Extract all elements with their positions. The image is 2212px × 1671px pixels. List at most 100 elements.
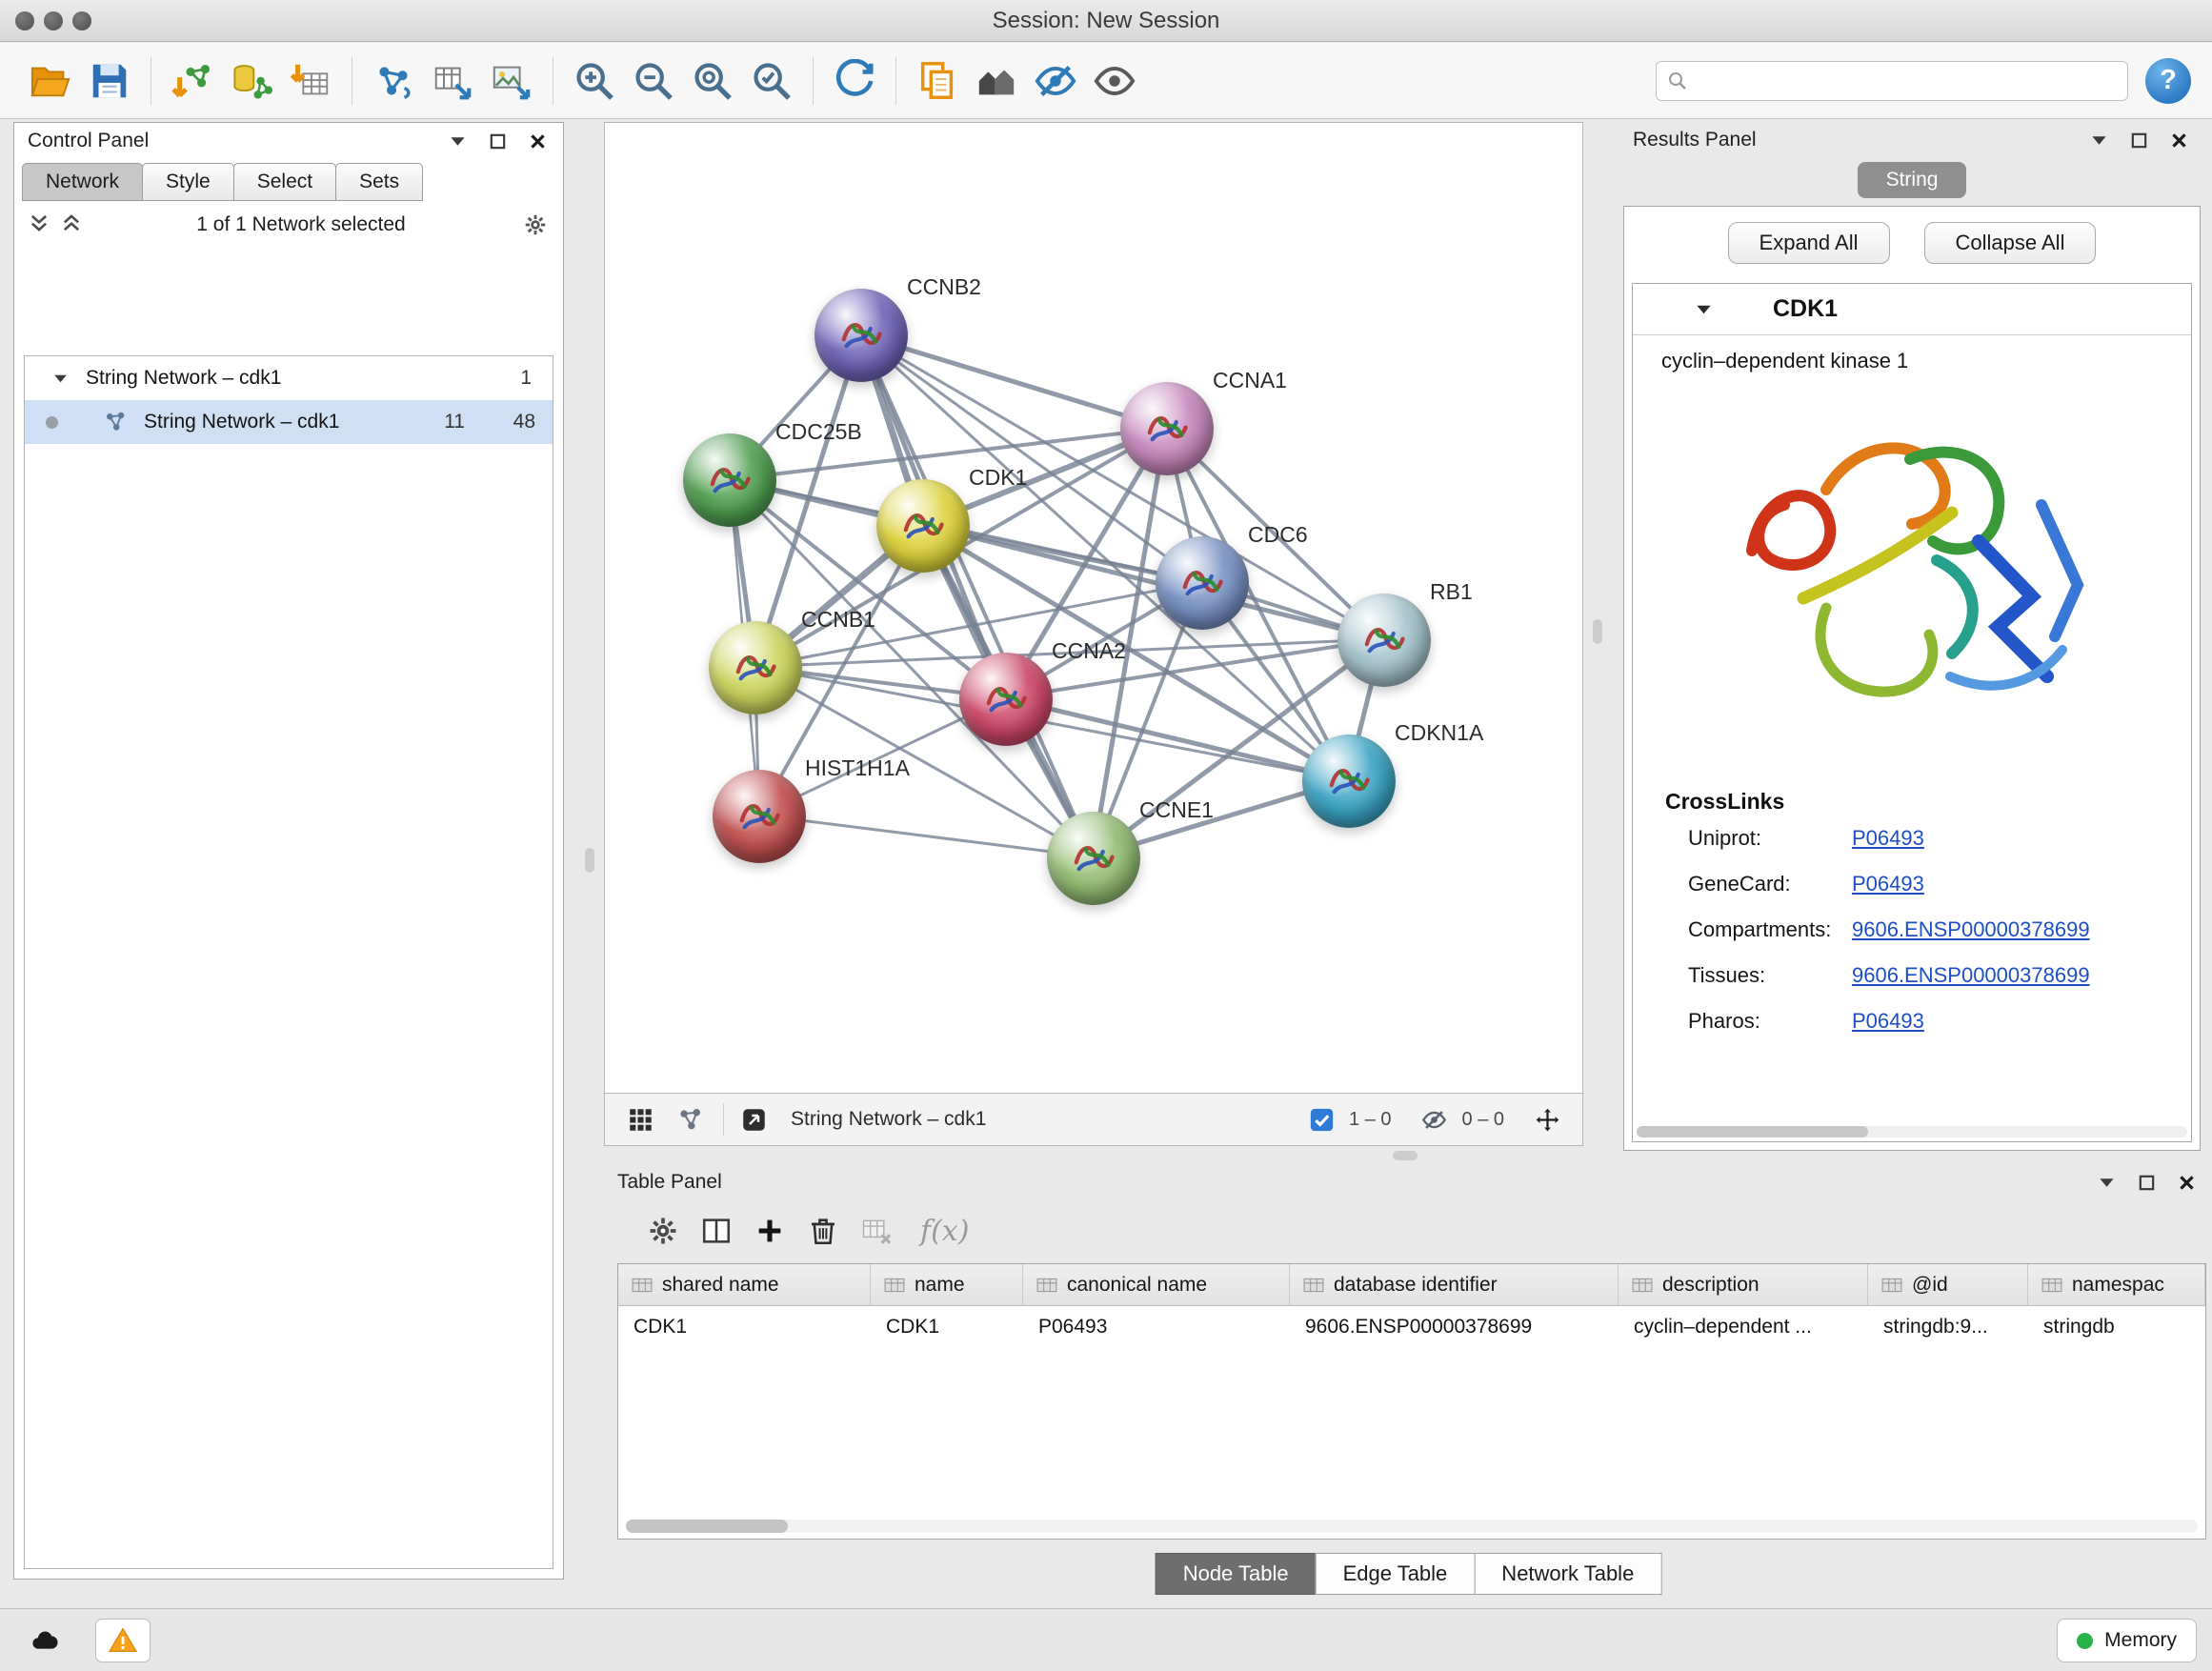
table-options-gear-icon[interactable] <box>636 1207 690 1255</box>
close-panel-icon[interactable] <box>2166 128 2191 152</box>
float-panel-icon[interactable] <box>2126 128 2151 152</box>
results-horizontal-scrollbar[interactable] <box>1637 1126 2187 1137</box>
show-panels-button[interactable] <box>1085 51 1144 111</box>
close-panel-icon[interactable] <box>525 129 550 153</box>
new-network-button[interactable] <box>364 51 423 111</box>
collapse-all-tree-icon[interactable] <box>30 213 52 236</box>
warnings-button[interactable] <box>95 1619 151 1662</box>
network-selection-status: 1 of 1 Network selected <box>94 213 508 236</box>
scrollbar-thumb[interactable] <box>626 1520 788 1533</box>
zoom-fit-button[interactable] <box>683 51 742 111</box>
delete-column-trash-icon[interactable] <box>796 1207 850 1255</box>
warning-icon <box>108 1625 138 1656</box>
crosslink-link[interactable]: P06493 <box>1852 872 1924 896</box>
function-builder-button[interactable]: f(x) <box>920 1215 969 1248</box>
network-node-hist1h1a[interactable] <box>713 770 806 863</box>
network-node-ccna2[interactable] <box>959 653 1053 746</box>
clone-network-table-button[interactable] <box>423 51 482 111</box>
tab-network-table[interactable]: Network Table <box>1474 1553 1661 1595</box>
vertical-splitter-handle[interactable] <box>585 848 594 873</box>
crosslink-link[interactable]: 9606.ENSP00000378699 <box>1852 917 2090 942</box>
panel-menu-icon[interactable] <box>2094 1170 2119 1195</box>
table-row[interactable]: CDK1CDK1P064939606.ENSP00000378699cyclin… <box>618 1306 2205 1348</box>
expand-all-tree-icon[interactable] <box>62 213 85 236</box>
column-header-name[interactable]: name <box>871 1264 1023 1305</box>
protein-section-header[interactable]: CDK1 <box>1633 284 2191 335</box>
network-node-ccna1[interactable] <box>1120 382 1214 475</box>
apply-layout-button[interactable] <box>825 51 884 111</box>
gear-icon[interactable] <box>523 212 548 237</box>
section-collapse-icon[interactable] <box>1696 304 1712 315</box>
crosslink-link[interactable]: P06493 <box>1852 1009 1924 1034</box>
crosslinks-title: CrossLinks <box>1665 789 2191 815</box>
cloud-status-button[interactable] <box>17 1619 72 1662</box>
tab-edge-table[interactable]: Edge Table <box>1316 1553 1476 1595</box>
table-panel-title: Table Panel <box>617 1171 722 1194</box>
table-arrow-icon <box>431 59 474 103</box>
tab-string[interactable]: String <box>1858 162 1967 198</box>
column-header-description[interactable]: description <box>1619 1264 1868 1305</box>
network-row[interactable]: String Network – cdk1 11 48 <box>25 400 553 444</box>
save-session-button[interactable] <box>80 51 139 111</box>
panel-menu-icon[interactable] <box>445 129 470 153</box>
tab-style[interactable]: Style <box>142 163 234 201</box>
vertical-splitter-handle[interactable] <box>1593 619 1602 644</box>
scrollbar-thumb[interactable] <box>1637 1126 1868 1137</box>
column-header--id[interactable]: @id <box>1868 1264 2028 1305</box>
tab-network[interactable]: Network <box>22 163 143 201</box>
fit-content-crosshair-icon[interactable] <box>1529 1101 1565 1137</box>
import-network-database-button[interactable] <box>222 51 281 111</box>
network-node-ccnb2[interactable] <box>814 289 908 382</box>
column-header-canonical-name[interactable]: canonical name <box>1023 1264 1290 1305</box>
delete-table-icon[interactable] <box>850 1207 903 1255</box>
crosslink-link[interactable]: 9606.ENSP00000378699 <box>1852 963 2090 988</box>
birds-eye-view-icon[interactable] <box>622 1101 658 1137</box>
column-header-shared-name[interactable]: shared name <box>618 1264 871 1305</box>
import-table-button[interactable] <box>281 51 340 111</box>
cybrowser-button[interactable] <box>967 51 1026 111</box>
tab-select[interactable]: Select <box>233 163 336 201</box>
tree-expand-icon[interactable] <box>53 373 70 384</box>
import-network-file-button[interactable] <box>163 51 222 111</box>
network-node-cdk1[interactable] <box>876 479 970 573</box>
tab-node-table[interactable]: Node Table <box>1156 1553 1317 1595</box>
hidden-eye-slash-icon[interactable] <box>1417 1101 1453 1137</box>
hide-panels-button[interactable] <box>1026 51 1085 111</box>
panel-menu-icon[interactable] <box>2086 128 2111 152</box>
tab-sets[interactable]: Sets <box>335 163 423 201</box>
column-header-namespac[interactable]: namespac <box>2028 1264 2205 1305</box>
network-node-ccne1[interactable] <box>1047 812 1140 905</box>
column-label: description <box>1662 1274 1760 1297</box>
selected-checkbox-icon[interactable] <box>1303 1101 1339 1137</box>
add-column-plus-icon[interactable] <box>743 1207 796 1255</box>
zoom-in-button[interactable] <box>565 51 624 111</box>
float-panel-icon[interactable] <box>485 129 510 153</box>
column-sort-icon <box>632 1277 653 1294</box>
float-panel-icon[interactable] <box>2134 1170 2159 1195</box>
network-share-icon[interactable] <box>672 1101 708 1137</box>
horizontal-splitter-handle[interactable] <box>1393 1151 1418 1160</box>
column-header-database-identifier[interactable]: database identifier <box>1290 1264 1619 1305</box>
search-input[interactable] <box>1697 64 2118 98</box>
network-collection-row[interactable]: String Network – cdk1 1 <box>25 356 553 400</box>
help-button[interactable]: ? <box>2145 58 2191 104</box>
expand-all-button[interactable]: Expand All <box>1728 222 1890 264</box>
network-node-rb1[interactable] <box>1337 594 1431 687</box>
network-node-cdkn1a[interactable] <box>1302 735 1396 828</box>
network-node-cdc25b[interactable] <box>683 433 776 527</box>
memory-button[interactable]: Memory <box>2057 1619 2197 1662</box>
close-panel-icon[interactable] <box>2174 1170 2199 1195</box>
show-columns-icon[interactable] <box>690 1207 743 1255</box>
open-session-button[interactable] <box>21 51 80 111</box>
zoom-selected-button[interactable] <box>742 51 801 111</box>
open-in-new-window-icon[interactable] <box>735 1101 772 1137</box>
crosslink-link[interactable]: P06493 <box>1852 826 1924 851</box>
table-horizontal-scrollbar[interactable] <box>626 1520 2198 1533</box>
network-canvas[interactable]: CCNB2CCNA1CDC25BCDK1CDC6RB1CCNB1CCNA2CDK… <box>604 122 1583 1094</box>
copy-button[interactable] <box>908 51 967 111</box>
network-node-ccnb1[interactable] <box>709 621 802 715</box>
collapse-all-button[interactable]: Collapse All <box>1924 222 2097 264</box>
zoom-out-button[interactable] <box>624 51 683 111</box>
export-image-button[interactable] <box>482 51 541 111</box>
network-node-cdc6[interactable] <box>1156 536 1249 630</box>
